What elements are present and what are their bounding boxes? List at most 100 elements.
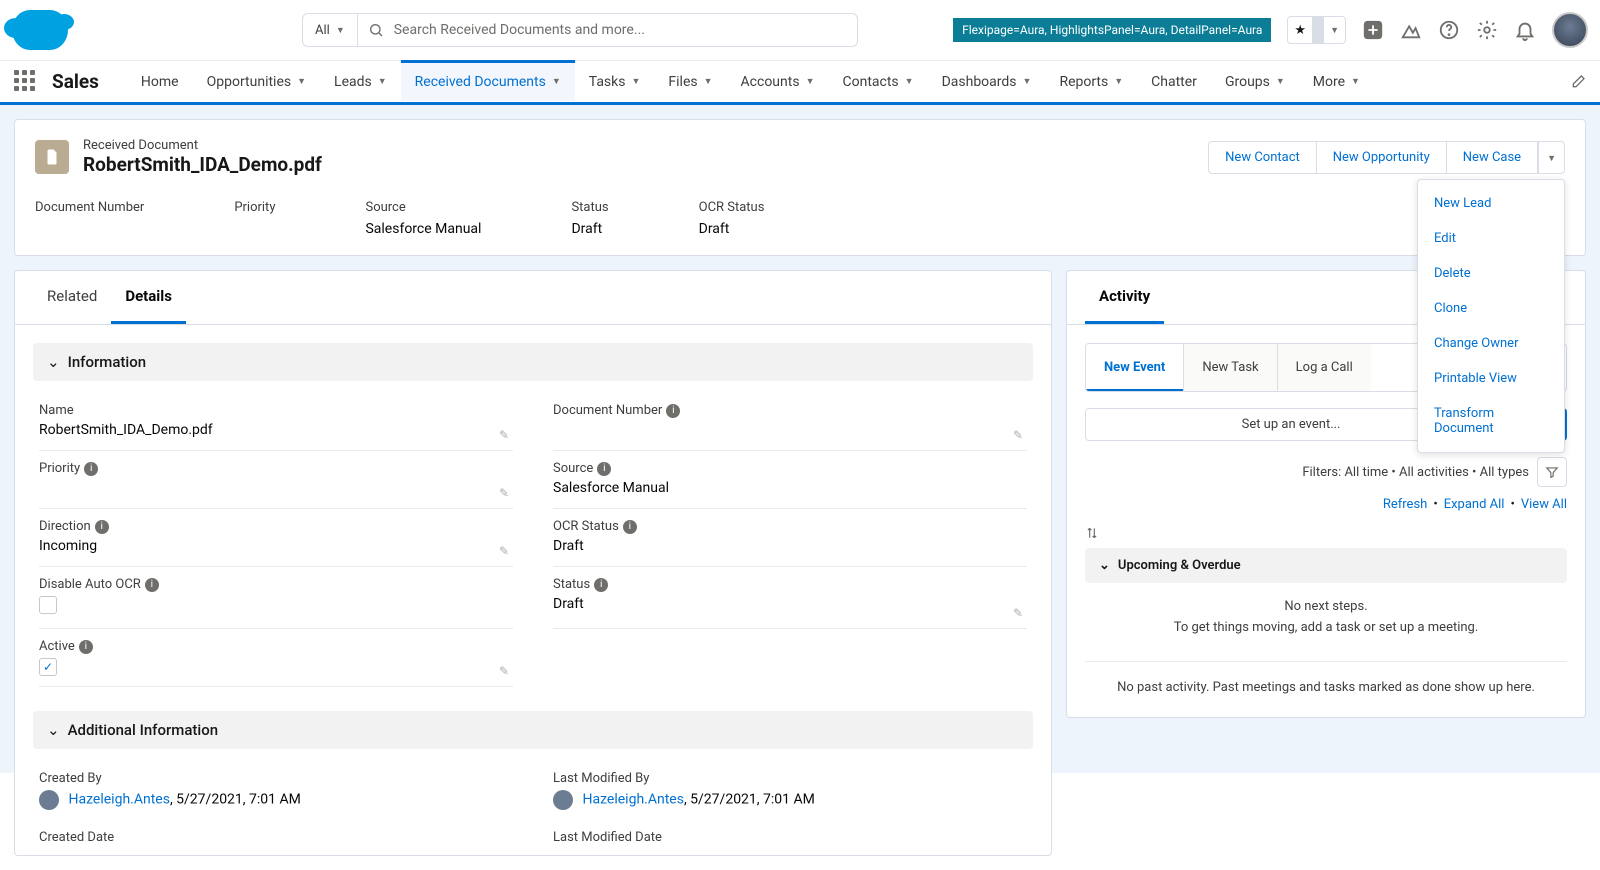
bell-icon[interactable] [1514, 19, 1536, 41]
menu-edit[interactable]: Edit [1418, 221, 1564, 256]
active-checkbox[interactable] [39, 658, 57, 676]
modified-by-user-link[interactable]: Hazeleigh.Antes [582, 792, 683, 808]
detail-panel: Related Details ⌄ Information Name Rober… [14, 270, 1052, 856]
field-source: Sourcei Salesforce Manual [553, 451, 1027, 509]
disable-auto-ocr-checkbox[interactable] [39, 596, 57, 614]
search-scope-select[interactable]: All ▼ [303, 14, 358, 46]
field-ocr-label: OCR Statusi [553, 519, 1027, 534]
nav-chatter[interactable]: Chatter [1137, 61, 1211, 102]
chevron-down-icon: ▼ [336, 25, 345, 36]
section-information[interactable]: ⌄ Information [33, 343, 1033, 381]
record-type: Received Document [83, 138, 322, 153]
record-header: Received Document RobertSmith_IDA_Demo.p… [14, 119, 1586, 256]
field-created-by: Created By Hazeleigh.Antes, 5/27/2021, 7… [39, 761, 513, 820]
field-active: Activei ✎ [39, 629, 513, 687]
add-icon[interactable] [1362, 19, 1384, 41]
pencil-icon[interactable] [1570, 74, 1586, 90]
field-priority: Priorityi ✎ [39, 451, 513, 509]
filter-icon[interactable] [1537, 457, 1567, 487]
menu-transform-document[interactable]: Transform Document [1418, 396, 1564, 446]
pencil-icon[interactable]: ✎ [499, 544, 509, 558]
nav-files[interactable]: Files▼ [654, 61, 726, 102]
pencil-icon[interactable]: ✎ [1013, 606, 1023, 620]
subtab-new-task[interactable]: New Task [1184, 344, 1277, 391]
pencil-icon[interactable]: ✎ [499, 428, 509, 442]
expand-all-link[interactable]: Expand All [1444, 497, 1505, 512]
favorite-button[interactable]: ★ ▼ [1287, 16, 1346, 44]
new-contact-button[interactable]: New Contact [1208, 141, 1316, 174]
nav-received-documents[interactable]: Received Documents▼ [401, 60, 575, 101]
field-modified-date: Last Modified Date [553, 820, 1027, 849]
info-icon[interactable]: i [84, 462, 98, 476]
nav-reports[interactable]: Reports▼ [1045, 61, 1137, 102]
menu-delete[interactable]: Delete [1418, 256, 1564, 291]
field-modified-by: Last Modified By Hazeleigh.Antes, 5/27/2… [553, 761, 1027, 820]
field-created-date: Created Date [39, 820, 513, 849]
info-icon[interactable]: i [79, 640, 93, 654]
field-createdby-label: Created By [39, 771, 513, 786]
upcoming-overdue-section[interactable]: ⌄ Upcoming & Overdue [1085, 548, 1567, 583]
info-icon[interactable]: i [666, 404, 680, 418]
field-priority-label: Priorityi [39, 461, 513, 476]
field-status-label: Statusi [553, 577, 1027, 592]
info-icon[interactable]: i [145, 578, 159, 592]
nav-dashboards[interactable]: Dashboards▼ [928, 61, 1046, 102]
app-name: Sales [52, 70, 99, 93]
header-utility-icons [1362, 19, 1536, 41]
hl-ocr-value: Draft [699, 221, 765, 237]
nav-home[interactable]: Home [127, 61, 193, 102]
menu-new-lead[interactable]: New Lead [1418, 186, 1564, 221]
new-opportunity-button[interactable]: New Opportunity [1316, 141, 1446, 174]
search-icon [358, 22, 394, 38]
field-modifiedby-label: Last Modified By [553, 771, 1027, 786]
hl-source-label: Source [365, 200, 481, 215]
nav-tasks[interactable]: Tasks▼ [575, 61, 655, 102]
search-input[interactable] [394, 22, 857, 38]
menu-change-owner[interactable]: Change Owner [1418, 326, 1564, 361]
nav-leads[interactable]: Leads▼ [320, 61, 401, 102]
help-icon[interactable] [1438, 19, 1460, 41]
info-icon[interactable]: i [597, 462, 611, 476]
tab-activity[interactable]: Activity [1085, 271, 1164, 324]
field-disable-label: Disable Auto OCRi [39, 577, 513, 592]
nav-accounts[interactable]: Accounts▼ [727, 61, 829, 102]
refresh-link[interactable]: Refresh [1383, 497, 1427, 512]
empty-state: No next steps. To get things moving, add… [1085, 583, 1567, 653]
field-direction-label: Directioni [39, 519, 513, 534]
nav-contacts[interactable]: Contacts▼ [828, 61, 927, 102]
pencil-icon[interactable]: ✎ [499, 486, 509, 500]
gear-icon[interactable] [1476, 19, 1498, 41]
tab-related[interactable]: Related [33, 271, 111, 324]
nav-groups[interactable]: Groups▼ [1211, 61, 1299, 102]
nav-opportunities[interactable]: Opportunities▼ [193, 61, 320, 102]
chevron-down-icon: ▼ [704, 76, 713, 87]
created-by-user-link[interactable]: Hazeleigh.Antes [68, 792, 169, 808]
chevron-down-icon: ▼ [1351, 76, 1360, 87]
trailhead-icon[interactable] [1400, 19, 1422, 41]
view-all-link[interactable]: View All [1521, 497, 1567, 512]
nav-more[interactable]: More▼ [1299, 61, 1374, 102]
debug-badge: Flexipage=Aura, HighlightsPanel=Aura, De… [953, 18, 1271, 42]
field-createddate-label: Created Date [39, 830, 513, 845]
chevron-down-icon: ▼ [378, 76, 387, 87]
info-icon[interactable]: i [594, 578, 608, 592]
pencil-icon[interactable]: ✎ [499, 664, 509, 678]
info-icon[interactable]: i [623, 520, 637, 534]
field-modifieddate-label: Last Modified Date [553, 830, 1027, 845]
field-direction-value: Incoming [39, 538, 513, 556]
new-case-button[interactable]: New Case [1446, 141, 1538, 174]
chevron-down-icon: ▼ [631, 76, 640, 87]
menu-clone[interactable]: Clone [1418, 291, 1564, 326]
more-actions-button[interactable]: ▼ [1538, 141, 1565, 174]
subtab-new-event[interactable]: New Event [1086, 344, 1184, 391]
section-additional[interactable]: ⌄ Additional Information [33, 711, 1033, 749]
menu-printable-view[interactable]: Printable View [1418, 361, 1564, 396]
subtab-log-call[interactable]: Log a Call [1278, 344, 1371, 391]
sort-icon[interactable] [1085, 526, 1567, 540]
tab-details[interactable]: Details [111, 271, 186, 324]
pencil-icon[interactable]: ✎ [1013, 428, 1023, 442]
app-launcher-icon[interactable] [14, 70, 38, 94]
user-avatar[interactable] [1552, 12, 1588, 48]
chevron-down-icon: ▼ [552, 76, 561, 87]
info-icon[interactable]: i [95, 520, 109, 534]
